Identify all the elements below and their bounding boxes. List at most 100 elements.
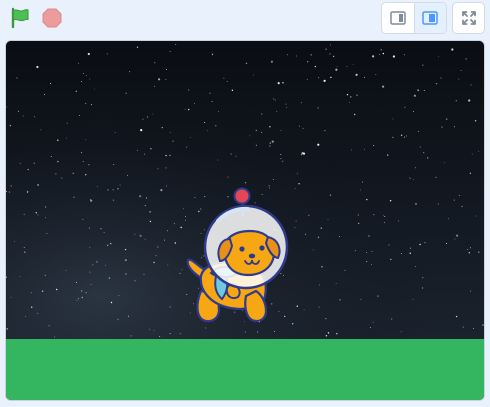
star: [31, 306, 33, 308]
star: [159, 335, 161, 337]
star: [154, 62, 156, 64]
star: [143, 153, 145, 155]
star: [454, 126, 456, 128]
star: [468, 99, 471, 102]
star: [280, 154, 282, 156]
star: [410, 247, 412, 249]
star: [310, 54, 312, 56]
star: [149, 220, 152, 223]
star: [169, 332, 171, 334]
star: [194, 196, 196, 198]
stop-button[interactable]: [38, 4, 66, 32]
star: [50, 83, 51, 85]
normal-stage-button[interactable]: [414, 3, 446, 33]
star: [302, 127, 304, 129]
star: [383, 222, 385, 224]
star: [335, 68, 338, 71]
star: [158, 78, 161, 81]
star: [373, 214, 375, 216]
star: [169, 154, 171, 157]
star: [254, 202, 256, 204]
star: [89, 78, 91, 80]
star: [446, 243, 447, 244]
star: [100, 228, 102, 230]
star: [363, 148, 365, 150]
star: [114, 132, 116, 134]
star: [166, 230, 168, 232]
star: [455, 315, 458, 318]
star: [390, 258, 392, 261]
star: [57, 139, 59, 141]
star: [329, 53, 331, 55]
star: [89, 246, 91, 248]
star: [140, 129, 143, 132]
star: [412, 178, 414, 180]
star: [308, 214, 310, 216]
star: [362, 181, 363, 183]
star: [454, 238, 456, 240]
star: [180, 226, 182, 229]
star: [40, 129, 42, 131]
star: [379, 53, 381, 55]
star: [422, 64, 424, 66]
star: [325, 317, 327, 320]
star: [37, 312, 39, 314]
star: [474, 120, 477, 122]
star: [175, 44, 177, 46]
star: [282, 82, 284, 84]
star: [117, 188, 119, 190]
star: [325, 48, 327, 50]
star: [186, 294, 188, 296]
green-flag-button[interactable]: [6, 4, 34, 32]
star: [81, 296, 83, 299]
star: [6, 191, 7, 192]
star: [356, 94, 358, 96]
fullscreen-button[interactable]: [452, 2, 485, 34]
star: [113, 164, 115, 165]
star: [73, 196, 75, 198]
star: [183, 208, 184, 210]
star: [354, 113, 356, 116]
star: [207, 130, 209, 132]
star: [188, 108, 190, 111]
star: [110, 242, 112, 245]
star: [164, 239, 165, 241]
star: [157, 168, 159, 170]
star: [419, 146, 421, 148]
star: [249, 135, 251, 137]
star: [230, 153, 232, 155]
star: [456, 234, 459, 237]
star: [169, 306, 171, 308]
star: [30, 292, 32, 294]
star: [475, 215, 477, 217]
star: [10, 185, 12, 187]
stage-canvas[interactable]: [5, 40, 485, 401]
star: [469, 247, 471, 249]
star: [61, 177, 63, 179]
star: [346, 94, 349, 96]
star: [85, 292, 87, 294]
star: [422, 277, 424, 279]
small-stage-button[interactable]: [382, 3, 415, 33]
star: [169, 131, 171, 133]
star: [401, 253, 402, 255]
star: [203, 255, 205, 257]
star: [468, 252, 470, 254]
star: [372, 321, 374, 323]
star: [198, 287, 200, 289]
star: [255, 129, 257, 132]
star: [48, 325, 50, 327]
star: [446, 118, 448, 120]
star: [218, 111, 220, 112]
star: [368, 235, 370, 237]
star: [90, 199, 93, 202]
star: [350, 96, 352, 98]
star: [339, 299, 341, 301]
star: [173, 223, 175, 225]
star: [201, 257, 203, 259]
star: [269, 126, 271, 128]
star: [465, 58, 467, 60]
star: [437, 203, 439, 205]
star: [139, 234, 142, 237]
star: [461, 205, 463, 208]
